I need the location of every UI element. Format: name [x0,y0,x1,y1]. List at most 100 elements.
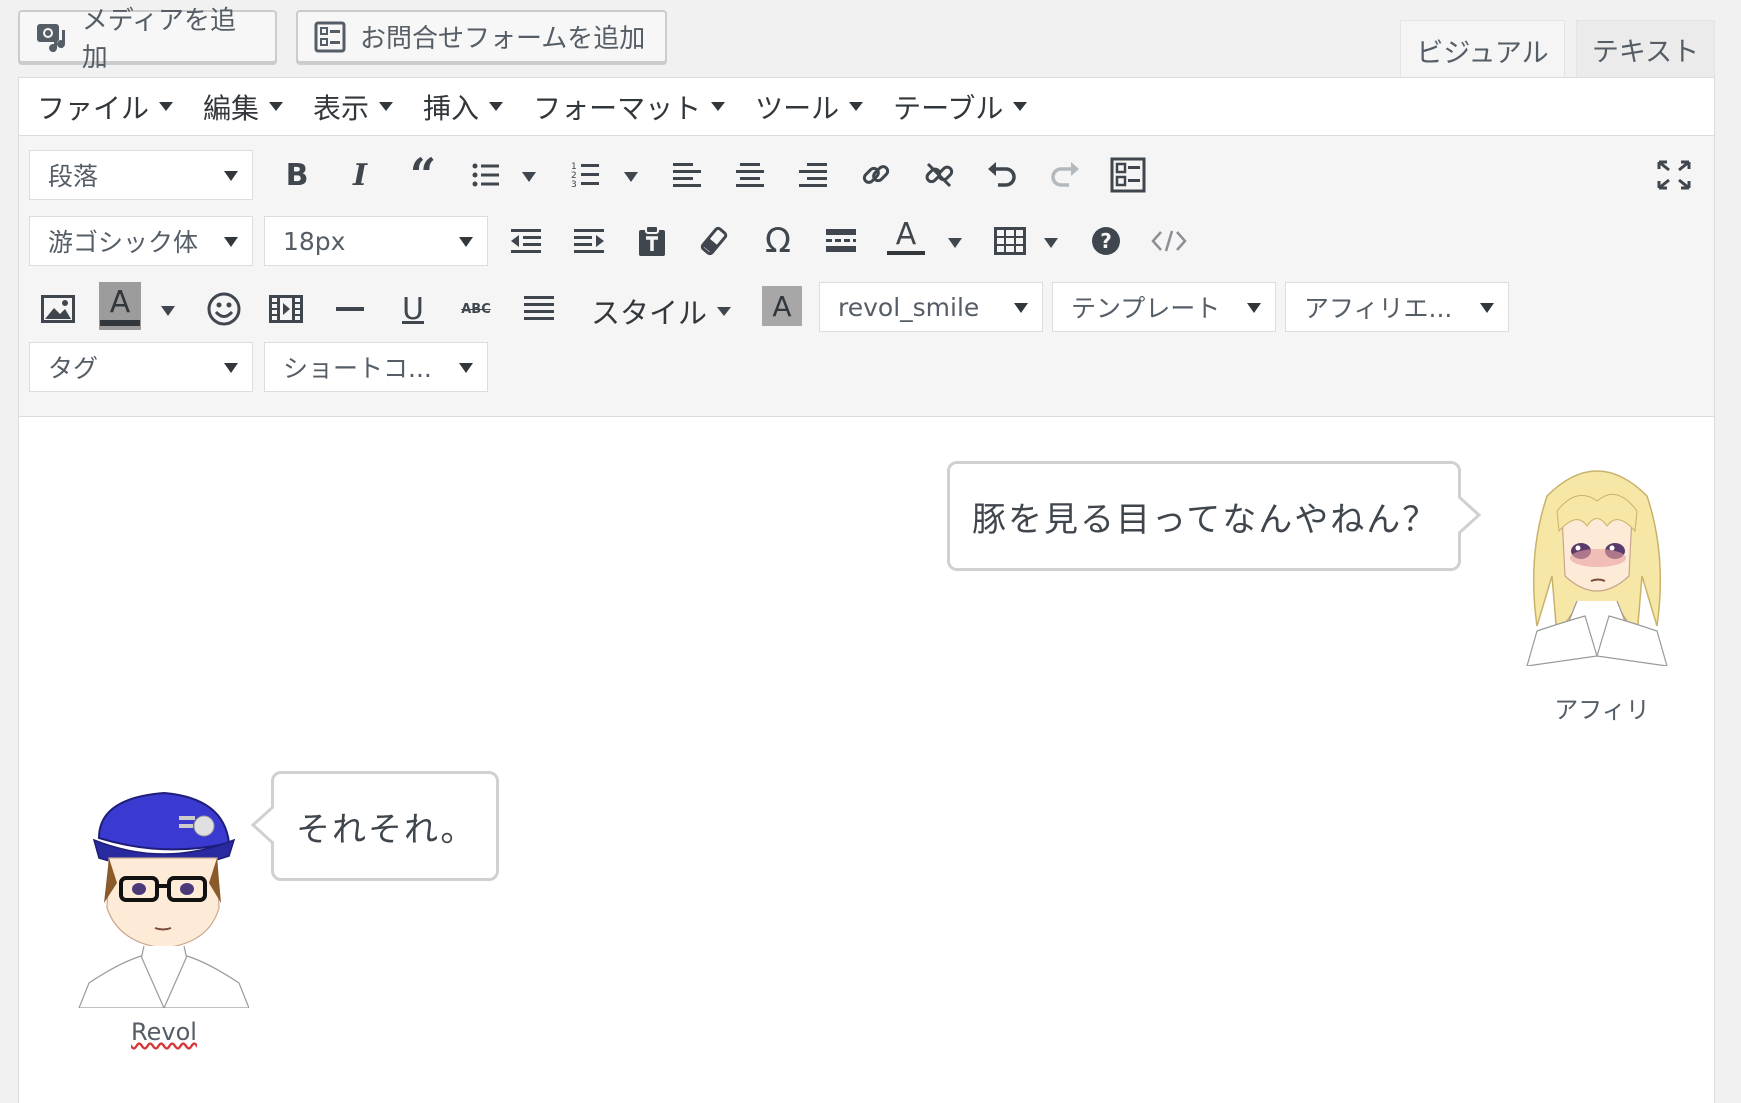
chevron-down-icon [1014,303,1028,313]
toolbar-row-3: A U ABC スタイル A revol_smile テンプレート アフィリエ.… [19,282,1714,342]
indent-icon[interactable] [566,218,612,264]
menu-tools[interactable]: ツール [755,87,864,127]
code-icon[interactable] [1146,218,1192,264]
undo-icon[interactable] [979,152,1025,198]
align-left-icon[interactable] [664,152,710,198]
chevron-down-icon [717,306,732,316]
shortcode-select[interactable]: ショートコ... [264,342,488,392]
format-select[interactable]: 段落 [29,150,253,200]
strikethrough-icon[interactable]: ABC [453,286,499,332]
chevron-down-icon [224,171,238,181]
chevron-down-icon [459,363,473,373]
affiliate-select-value: アフィリエ... [1304,294,1453,323]
chevron-down-icon [1013,102,1028,111]
avatar-revol [78,791,249,1008]
menu-edit[interactable]: 編集 [203,87,284,127]
table-icon[interactable] [987,218,1033,264]
svg-text:3: 3 [571,180,577,190]
special-character-icon[interactable]: Ω [755,218,801,264]
affiliate-select[interactable]: アフィリエ... [1285,282,1509,332]
bubble-tail-left [250,804,274,846]
outdent-icon[interactable] [503,218,549,264]
menu-format[interactable]: フォーマット [533,87,726,127]
format-select-value: 段落 [48,162,99,191]
font-size-value: 18px [283,226,346,256]
bullet-list-dropdown-icon[interactable] [522,172,536,182]
svg-text:?: ? [1100,229,1112,253]
underline-icon[interactable]: U [390,286,436,332]
justify-icon[interactable] [516,286,562,332]
video-icon[interactable] [263,286,309,332]
font-family-value: 游ゴシック体 [48,228,199,257]
add-media-button[interactable]: メディアを追加 [18,6,277,73]
blockquote-icon[interactable]: “ [400,148,446,202]
chevron-down-icon [459,237,473,247]
help-icon[interactable]: ? [1083,218,1129,264]
numbered-list-dropdown-icon[interactable] [624,172,638,182]
template-select[interactable]: テンプレート [1052,282,1276,332]
bold-icon[interactable]: B [274,152,320,198]
chevron-down-icon [224,363,238,373]
avatar-name-revol: Revol [131,1018,197,1046]
template-select-value: テンプレート [1071,294,1221,323]
styles-dropdown[interactable]: スタイル [591,290,732,332]
chevron-down-icon [159,102,174,111]
balloon-select[interactable]: revol_smile [819,282,1043,332]
chevron-down-icon [1247,303,1261,313]
menu-insert[interactable]: 挿入 [423,87,504,127]
toolbar-row-1: 段落 B I “ 123 [19,146,1714,206]
menu-file[interactable]: ファイル [37,87,174,127]
menu-view[interactable]: 表示 [313,87,394,127]
redo-icon[interactable] [1042,152,1088,198]
paste-text-icon[interactable] [629,218,675,264]
toolbar-row-2: 游ゴシック体 18px Ω A ? [19,214,1714,274]
form-icon [312,19,348,55]
fullscreen-icon[interactable] [1651,152,1697,198]
bubble-left-text: それそれ。 [296,809,477,850]
bubble-right-text: 豚を見る目ってなんやねん？ [972,499,1439,540]
horizontal-line-icon[interactable] [327,286,373,332]
menu-insert-label: 挿入 [423,91,480,125]
emoji-icon[interactable] [201,286,247,332]
toolbar: 段落 B I “ 123 游ゴシック体 18px Ω A ? A U ABC ス… [19,136,1714,417]
background-color-icon[interactable]: A [99,282,141,330]
align-center-icon[interactable] [727,152,773,198]
menu-tools-label: ツール [755,91,840,125]
toolbar-toggle-icon[interactable] [1105,152,1151,198]
menu-edit-label: 編集 [203,91,260,125]
editor-content[interactable]: 豚を見る目ってなんやねん？ アフィリ Revol それそれ。 [19,418,1714,1103]
numbered-list-icon[interactable]: 123 [563,152,609,198]
unlink-icon[interactable] [916,152,962,198]
chevron-down-icon [849,102,864,111]
add-contact-form-button[interactable]: お問合せフォームを追加 [296,10,667,63]
editor: ファイル 編集 表示 挿入 フォーマット ツール テーブル 段落 B I “ 1… [18,77,1715,1103]
image-icon[interactable] [35,286,81,332]
read-more-icon[interactable] [818,218,864,264]
tag-select-value: タグ [48,354,99,383]
tab-text[interactable]: テキスト [1576,20,1715,78]
font-family-select[interactable]: 游ゴシック体 [29,216,253,266]
text-color-icon[interactable]: A [883,214,929,260]
align-right-icon[interactable] [790,152,836,198]
italic-icon[interactable]: I [337,152,383,198]
chevron-down-icon [379,102,394,111]
toolbar-row-4: タグ ショートコ... [19,342,1714,402]
menu-file-label: ファイル [37,91,150,125]
font-size-select[interactable]: 18px [264,216,488,266]
marker-icon[interactable]: A [762,286,802,326]
media-icon [34,19,70,55]
clear-formatting-icon[interactable] [692,218,738,264]
tab-visual[interactable]: ビジュアル [1400,20,1565,79]
menu-view-label: 表示 [313,91,370,125]
bullet-list-icon[interactable] [463,152,509,198]
text-color-dropdown-icon[interactable] [948,238,962,248]
balloon-select-value: revol_smile [838,292,980,322]
chevron-down-icon [489,102,504,111]
background-color-dropdown-icon[interactable] [161,306,175,316]
link-icon[interactable] [853,152,899,198]
menu-table[interactable]: テーブル [893,87,1028,127]
avatar-affiri [1526,470,1668,666]
speech-bubble-right: 豚を見る目ってなんやねん？ [947,461,1482,571]
tag-select[interactable]: タグ [29,342,253,392]
table-dropdown-icon[interactable] [1044,238,1058,248]
